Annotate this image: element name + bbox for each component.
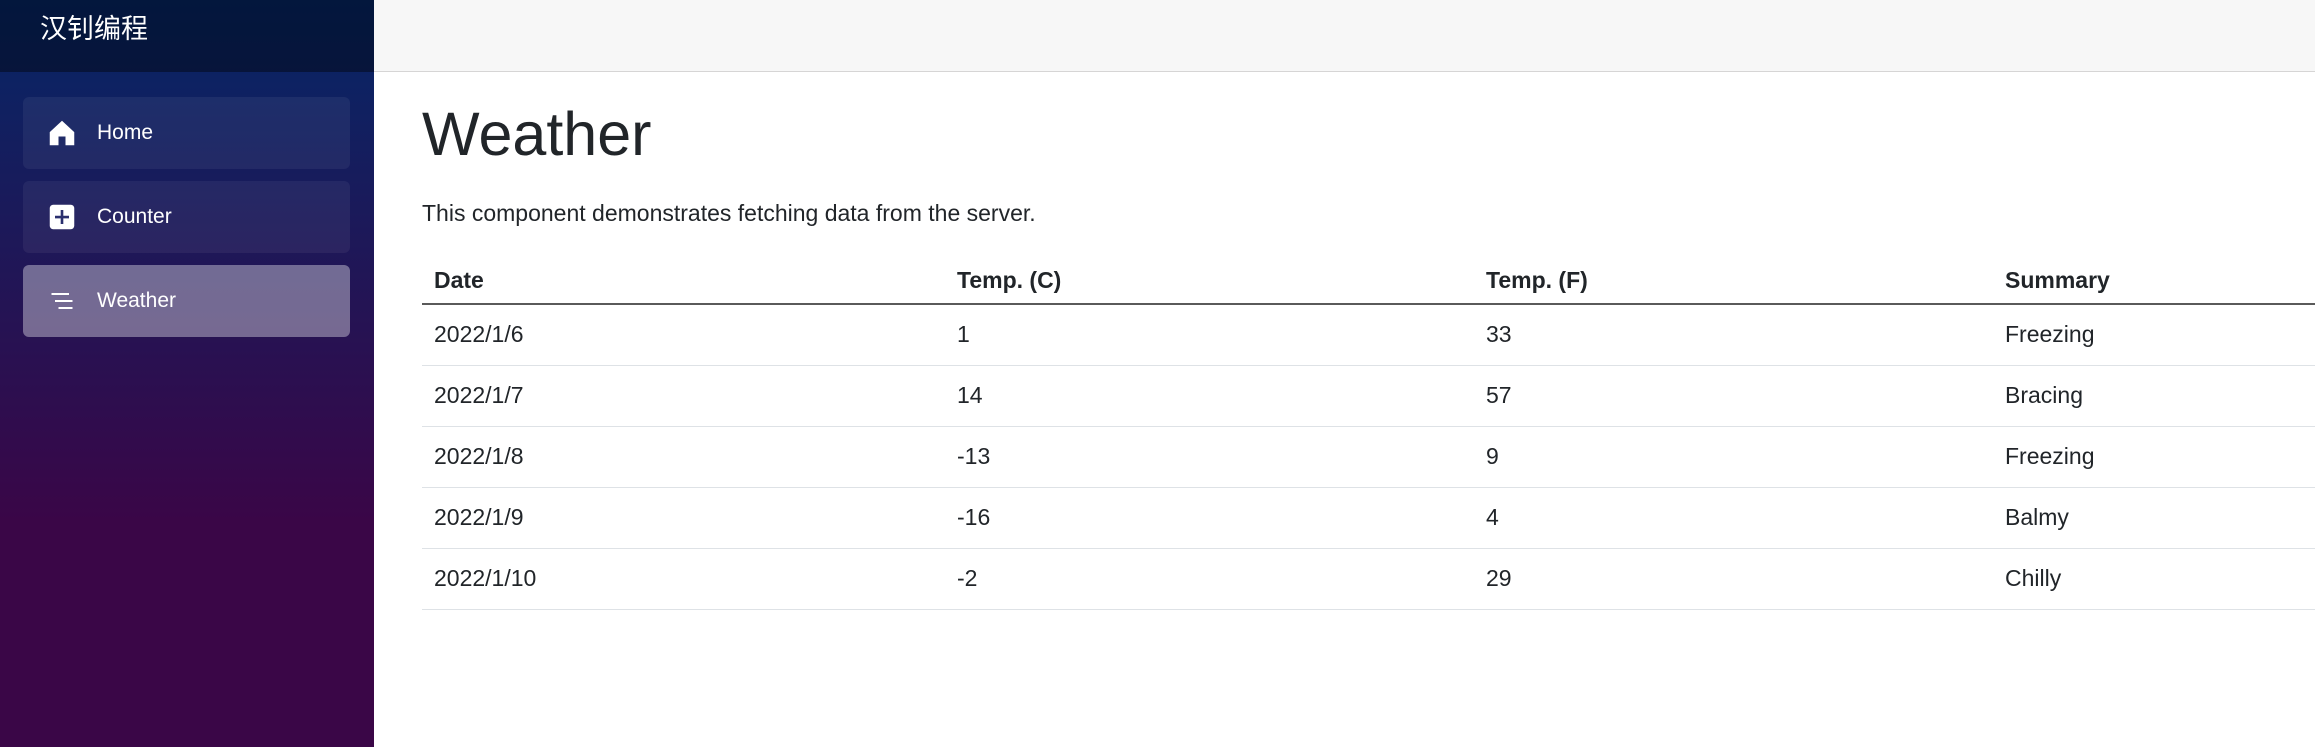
cell-temp-c: -16 [945, 487, 1474, 549]
cell-summary: Balmy [1993, 487, 2315, 549]
table-row: 2022/1/6 1 33 Freezing [422, 304, 2315, 366]
app-window: 汉钊编程 Home Counter Weather Weather This c… [0, 0, 2315, 747]
nav-label-weather: Weather [97, 289, 176, 312]
nav-item-weather[interactable]: Weather [23, 265, 350, 337]
table-row: 2022/1/8 -13 9 Freezing [422, 426, 2315, 488]
page-title: Weather [422, 100, 652, 168]
cell-summary: Freezing [1993, 304, 2315, 366]
table-row: 2022/1/10 -2 29 Chilly [422, 548, 2315, 610]
table-header-row: Date Temp. (C) Temp. (F) Summary [422, 246, 2315, 305]
cell-temp-f: 33 [1474, 304, 1993, 366]
cell-date: 2022/1/6 [422, 304, 945, 366]
column-header-date: Date [422, 246, 945, 305]
brand-title[interactable]: 汉钊编程 [40, 12, 148, 48]
cell-temp-f: 4 [1474, 487, 1993, 549]
column-header-temp-c: Temp. (C) [945, 246, 1474, 305]
cell-temp-c: -2 [945, 548, 1474, 610]
cell-date: 2022/1/8 [422, 426, 945, 488]
page-description: This component demonstrates fetching dat… [422, 200, 1036, 226]
cell-date: 2022/1/10 [422, 548, 945, 610]
nav-menu: Home Counter Weather [23, 97, 350, 349]
home-icon [47, 118, 77, 148]
nav-item-counter[interactable]: Counter [23, 181, 350, 253]
nav-item-home[interactable]: Home [23, 97, 350, 169]
cell-temp-f: 57 [1474, 365, 1993, 427]
cell-temp-c: 14 [945, 365, 1474, 427]
weather-table: Date Temp. (C) Temp. (F) Summary 2022/1/… [422, 246, 2315, 610]
column-header-summary: Summary [1993, 246, 2315, 305]
top-bar [374, 0, 2315, 72]
main-content: Weather This component demonstrates fetc… [422, 96, 2315, 610]
cell-summary: Bracing [1993, 365, 2315, 427]
nav-label-home: Home [97, 121, 154, 144]
cell-temp-f: 9 [1474, 426, 1993, 488]
nav-label-counter: Counter [97, 205, 172, 228]
list-icon [47, 286, 77, 316]
sidebar: 汉钊编程 Home Counter Weather [0, 0, 374, 747]
cell-summary: Freezing [1993, 426, 2315, 488]
cell-temp-c: -13 [945, 426, 1474, 488]
plus-square-icon [47, 202, 77, 232]
column-header-temp-f: Temp. (F) [1474, 246, 1993, 305]
cell-temp-f: 29 [1474, 548, 1993, 610]
cell-summary: Chilly [1993, 548, 2315, 610]
table-row: 2022/1/7 14 57 Bracing [422, 365, 2315, 427]
table-row: 2022/1/9 -16 4 Balmy [422, 487, 2315, 549]
cell-temp-c: 1 [945, 304, 1474, 366]
cell-date: 2022/1/7 [422, 365, 945, 427]
brand-bar: 汉钊编程 [0, 0, 374, 72]
cell-date: 2022/1/9 [422, 487, 945, 549]
